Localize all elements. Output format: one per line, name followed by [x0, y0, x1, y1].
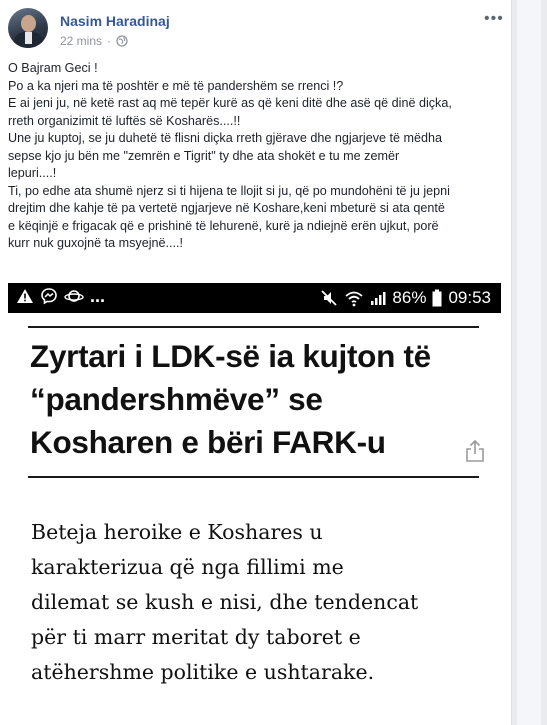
attached-screenshot-image[interactable]: ... 86% 09:53 Zyrtari i LDK-së ia kujton… [8, 283, 501, 725]
post-body-text: O Bajram Geci ! Po a ka njeri ma të posh… [8, 60, 508, 253]
headline-line: Kosharen e bëri FARK-u [30, 424, 386, 460]
author-name-link[interactable]: Nasim Haradinaj [60, 13, 170, 29]
messenger-icon [41, 288, 57, 305]
wifi-icon [345, 291, 364, 307]
headline-bottom-rule [28, 476, 479, 478]
post-meta: 22 mins · [60, 34, 128, 48]
lead-line: për ti marr meritat dy taboret e [31, 625, 361, 649]
clock-time: 09:53 [448, 288, 491, 307]
post-text-line: kurr nuk guxojnë ta msyejnë....! [8, 236, 183, 250]
headline-top-rule [28, 326, 479, 328]
phone-status-bar: ... 86% 09:53 [8, 283, 501, 313]
lead-line: dilemat se kush e nisi, dhe tendencat [31, 590, 419, 614]
post-text-line: drejtim dhe kahje të pa vertetë ngjarjev… [8, 201, 445, 215]
post-timestamp[interactable]: 22 mins [60, 34, 102, 48]
post-text-line: e këqinjë e frigacak që e prishinë të le… [8, 218, 439, 233]
lead-line: atëhershme politike e ushtarake. [31, 660, 375, 684]
headline-line: Zyrtari i LDK-së ia kujton të [30, 338, 431, 374]
post-text-line: E ai jeni ju, në ketë rast aq më tepër k… [8, 96, 452, 110]
post-text-line: sepse kjo ju bën me "zemrën e Tigrit" ty… [8, 148, 400, 163]
lead-line: karakterizua që nga fillimi me [31, 555, 344, 579]
lead-line: Beteja heroike e Koshares u [31, 520, 323, 544]
post-text-line: Po a ka njeri ma të poshtër e më të pand… [8, 78, 344, 93]
article-lead-paragraph: Beteja heroike e Koshares u karakterizua… [31, 515, 491, 690]
globe-icon[interactable] [116, 35, 128, 47]
warning-icon [17, 289, 33, 303]
scrollbar-track[interactable] [517, 0, 541, 725]
author-avatar[interactable] [8, 8, 48, 48]
meta-separator: · [107, 34, 112, 48]
post-text-line: O Bajram Geci ! [8, 61, 98, 75]
more-notifications-indicator: ... [90, 286, 106, 306]
post-text-line: rreth organizimit të luftës së Kosharës.… [8, 113, 241, 128]
facebook-post-card: Nasim Haradinaj 22 mins · ••• O Bajram G… [0, 0, 512, 725]
more-options-icon[interactable]: ••• [484, 11, 506, 30]
share-icon[interactable] [465, 439, 485, 463]
post-text-line: lepuri....! [8, 166, 57, 180]
article-headline: Zyrtari i LDK-së ia kujton të “pandershm… [30, 335, 490, 464]
post-header: Nasim Haradinaj 22 mins · ••• [8, 8, 508, 52]
post-text-line: Une ju kuptoj, se ju duhetë të flisni di… [8, 131, 443, 145]
mute-icon [321, 290, 338, 306]
post-text-line: Ti, po edhe ata shumë njerz si ti hijena… [8, 183, 450, 198]
headline-line: “pandershmëve” se [30, 381, 323, 417]
signal-icon [371, 292, 386, 305]
saturn-icon [64, 290, 84, 302]
battery-icon [432, 289, 442, 307]
battery-percentage: 86% [392, 288, 427, 307]
